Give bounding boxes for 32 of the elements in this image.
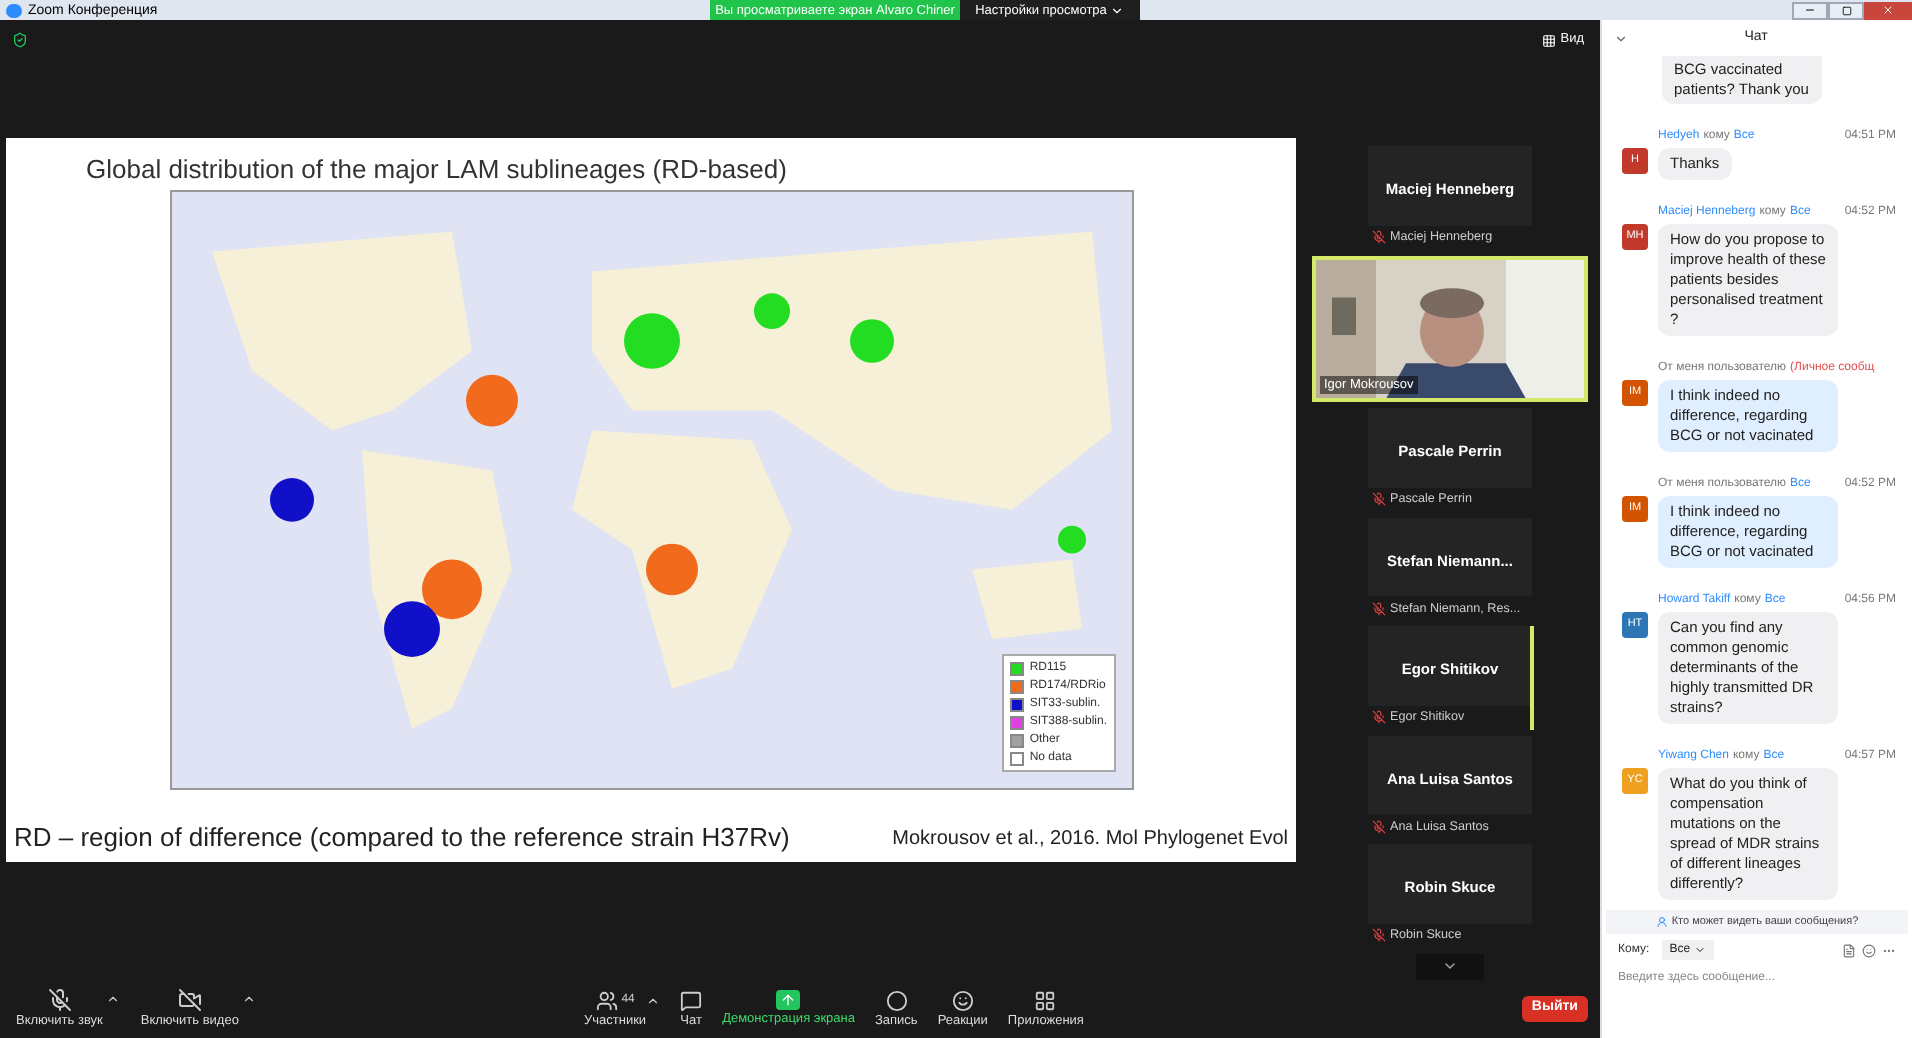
muted-mic-icon [1372,601,1386,616]
muted-mic-icon [1372,819,1386,834]
apps-icon [1034,989,1057,1011]
caret-icon [1694,944,1707,956]
record-icon [885,989,908,1011]
maximize-icon[interactable] [1828,1,1864,19]
muted-mic-icon [47,988,72,1012]
file-icon[interactable] [1842,943,1856,957]
caret-icon[interactable] [106,992,121,1006]
close-icon[interactable] [1864,1,1912,19]
shield-icon[interactable] [12,32,28,48]
slide-citation: Mokrousov et al., 2016. Mol Phylogenet Evol [892,826,1288,854]
caret-icon [1110,3,1125,17]
caret-icon[interactable] [242,992,257,1006]
muted-mic-icon [1372,710,1386,725]
emoji-icon[interactable] [1862,943,1876,957]
slide-footnote: RD – region of difference (compared to the reference strain H37Rv) [14,822,790,854]
person-icon [1655,916,1668,928]
share-screen-icon [776,990,801,1010]
smiley-icon [951,989,974,1011]
slide-title: Global distribution of the major LAM sublineages (RD-based) [86,154,789,186]
muted-mic-icon [1372,492,1386,507]
muted-mic-icon [1372,928,1386,943]
people-icon [595,989,618,1011]
collapse-icon[interactable] [1614,31,1628,45]
app-icon [6,3,22,17]
speech-bubble-icon [680,989,703,1011]
muted-mic-icon [1372,230,1386,245]
grid-icon [1542,33,1557,47]
minimize-icon[interactable] [1792,1,1828,19]
video-off-icon [177,988,202,1012]
caret-icon[interactable] [646,993,661,1007]
